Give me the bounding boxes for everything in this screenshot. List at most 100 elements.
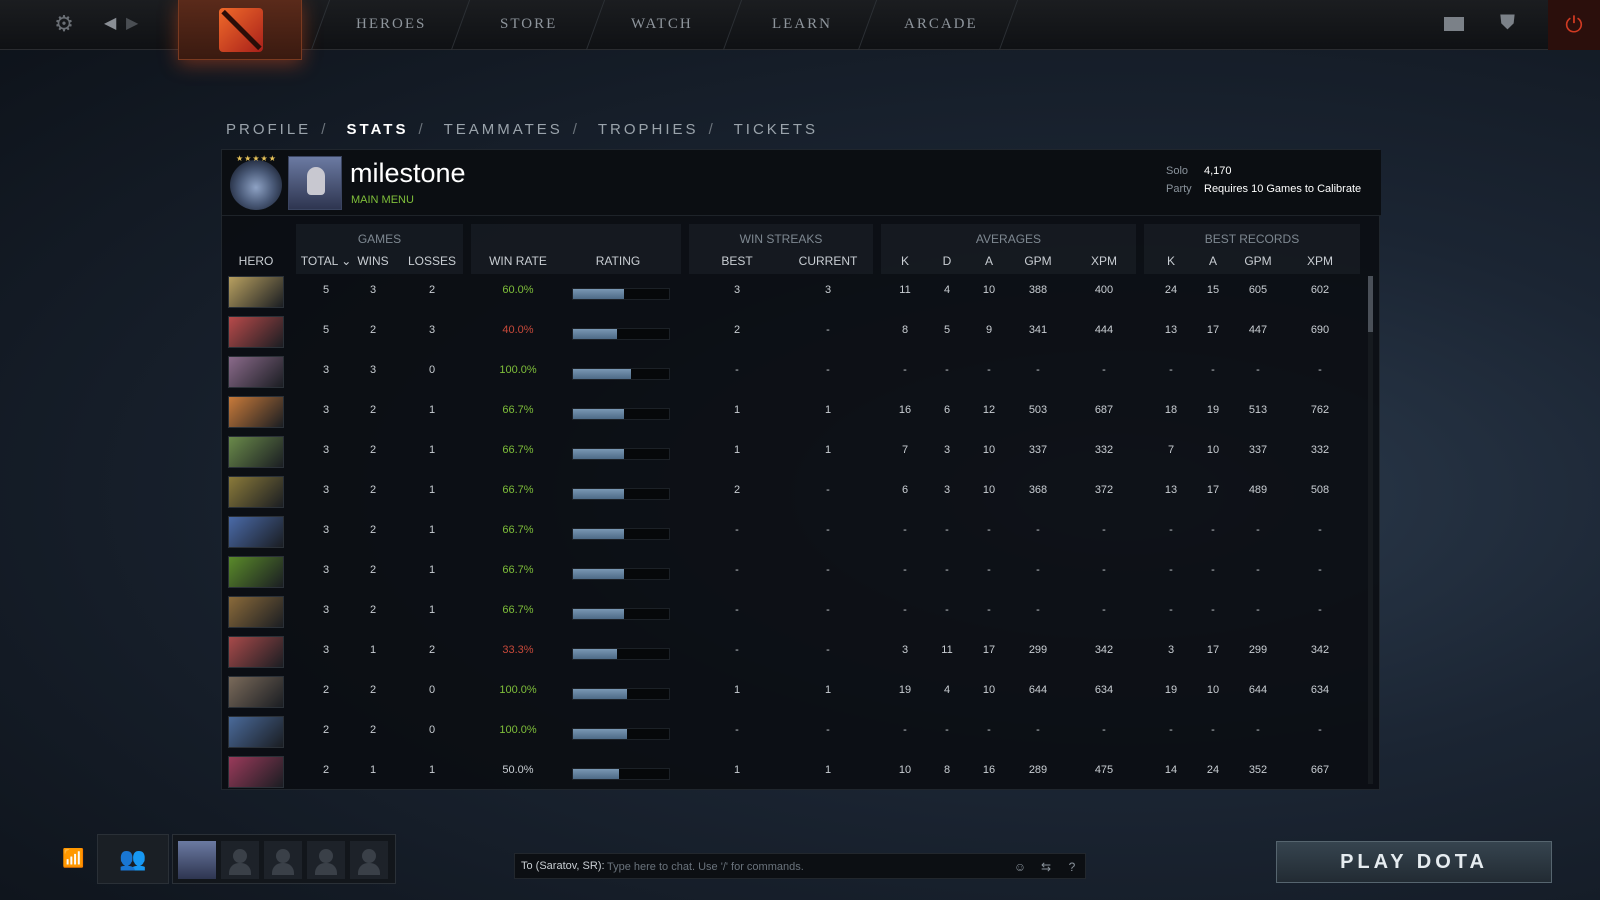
hero-portrait-icon[interactable] — [228, 676, 284, 708]
nav-learn[interactable]: LEARN — [772, 16, 832, 33]
column-header-best-gpm[interactable]: GPM — [1238, 254, 1278, 268]
averages-group-title: AVERAGES — [975, 232, 1042, 246]
back-arrow-icon[interactable]: ◀ — [104, 13, 116, 33]
party-slot-self[interactable] — [178, 841, 216, 879]
column-header-assists[interactable]: A — [976, 254, 1002, 268]
column-header-total[interactable]: TOTAL ⌄ — [298, 254, 354, 268]
hero-portrait-icon[interactable] — [228, 636, 284, 668]
cell-ba: 10 — [1206, 444, 1220, 456]
party-button[interactable]: 👥 — [97, 834, 169, 884]
table-row[interactable]: 3 2 1 66.7% - - - - - - - - - - - — [222, 552, 1362, 592]
emoticon-icon[interactable]: ☺ — [1011, 858, 1029, 876]
cell-a: - — [987, 364, 991, 376]
column-header-current-streak[interactable]: CURRENT — [788, 254, 868, 268]
party-slot-empty[interactable] — [350, 841, 388, 879]
column-header-best-xpm[interactable]: XPM — [1300, 254, 1340, 268]
cell-gpm: - — [1036, 364, 1040, 376]
column-header-deaths[interactable]: D — [934, 254, 960, 268]
table-row[interactable]: 3 2 1 66.7% 2 - 6 3 10 368 372 13 17 489 508 — [222, 472, 1362, 512]
cell-gpm: 503 — [1028, 404, 1048, 416]
table-row[interactable]: 2 2 0 100.0% - - - - - - - - - - - — [222, 712, 1362, 752]
tab-teammates[interactable]: TEAMMATES — [444, 121, 563, 138]
chat-channel-switch-icon[interactable]: ⇆ — [1037, 858, 1055, 876]
table-row[interactable]: 5 2 3 40.0% 2 - 8 5 9 341 444 13 17 447 690 — [222, 312, 1362, 352]
nav-heroes[interactable]: HEROES — [356, 16, 426, 33]
column-header-rating[interactable]: RATING — [578, 254, 658, 268]
column-header-wins[interactable]: WINS — [352, 254, 394, 268]
cell-a: 17 — [982, 644, 996, 656]
cell-ba: 24 — [1206, 764, 1220, 776]
cell-gpm: - — [1036, 724, 1040, 736]
chat-input[interactable] — [607, 858, 1007, 876]
shield-icon[interactable]: ⛊ — [1500, 12, 1515, 35]
cell-xpm: 332 — [1094, 444, 1114, 456]
cell-d: - — [945, 604, 949, 616]
settings-gear-icon[interactable]: ⚙ — [52, 12, 76, 36]
player-subtitle[interactable]: MAIN MENU — [351, 194, 414, 206]
table-row[interactable]: 3 2 1 66.7% 1 1 7 3 10 337 332 7 10 337 332 — [222, 432, 1362, 472]
empty-user-icon — [276, 849, 290, 863]
column-header-best-streak[interactable]: BEST — [712, 254, 762, 268]
hero-portrait-icon[interactable] — [228, 476, 284, 508]
network-status-icon[interactable]: 📶 — [62, 848, 84, 869]
table-row[interactable]: 3 1 2 33.3% - - 3 11 17 299 342 3 17 299 342 — [222, 632, 1362, 672]
table-row[interactable]: 5 3 2 60.0% 3 3 11 4 10 388 400 24 15 605 602 — [222, 272, 1362, 312]
table-row[interactable]: 3 2 1 66.7% - - - - - - - - - - - — [222, 512, 1362, 552]
column-header-kills[interactable]: K — [892, 254, 918, 268]
party-slot-empty[interactable] — [221, 841, 259, 879]
dota-logo-button[interactable] — [178, 0, 302, 60]
hero-portrait-icon[interactable] — [228, 436, 284, 468]
column-header-best-assists[interactable]: A — [1200, 254, 1226, 268]
chat-channel-label[interactable]: To (Saratov, SR): — [521, 860, 605, 872]
party-slot-empty[interactable] — [264, 841, 302, 879]
rank-medal-icon — [230, 160, 282, 210]
scrollbar-thumb[interactable] — [1368, 276, 1373, 332]
hero-portrait-icon[interactable] — [228, 316, 284, 348]
cell-total: 5 — [322, 324, 330, 336]
nav-store[interactable]: STORE — [500, 16, 557, 33]
rating-bar — [572, 328, 670, 340]
hero-portrait-icon[interactable] — [228, 716, 284, 748]
hero-portrait-icon[interactable] — [228, 396, 284, 428]
rating-bar — [572, 768, 670, 780]
cell-bk: 7 — [1167, 444, 1175, 456]
cell-gpm: - — [1036, 524, 1040, 536]
nav-arcade[interactable]: ARCADE — [904, 16, 978, 33]
table-row[interactable]: 3 2 1 66.7% 1 1 16 6 12 503 687 18 19 513 762 — [222, 392, 1362, 432]
column-header-hero[interactable]: HERO — [226, 254, 286, 268]
avatar[interactable] — [288, 156, 342, 210]
cell-best: 1 — [733, 404, 741, 416]
tab-profile[interactable]: PROFILE — [226, 121, 311, 138]
party-slot-empty[interactable] — [307, 841, 345, 879]
table-row[interactable]: 3 3 0 100.0% - - - - - - - - - - - — [222, 352, 1362, 392]
hero-portrait-icon[interactable] — [228, 556, 284, 588]
hero-portrait-icon[interactable] — [228, 356, 284, 388]
tab-trophies[interactable]: TROPHIES — [598, 121, 699, 138]
table-row[interactable]: 2 2 0 100.0% 1 1 19 4 10 644 634 19 10 644 634 — [222, 672, 1362, 712]
scrollbar-track[interactable] — [1368, 276, 1373, 784]
column-header-best-kills[interactable]: K — [1158, 254, 1184, 268]
hero-portrait-icon[interactable] — [228, 516, 284, 548]
chat-help-button[interactable]: ? — [1063, 858, 1081, 876]
hero-portrait-icon[interactable] — [228, 756, 284, 788]
column-header-losses[interactable]: LOSSES — [404, 254, 460, 268]
tab-stats[interactable]: STATS — [347, 121, 409, 138]
column-header-xpm[interactable]: XPM — [1084, 254, 1124, 268]
best-records-group-title: BEST RECORDS — [1204, 232, 1300, 246]
column-header-gpm[interactable]: GPM — [1018, 254, 1058, 268]
rating-bar-fill — [573, 609, 624, 619]
cell-k: 3 — [901, 644, 909, 656]
table-row[interactable]: 3 2 1 66.7% - - - - - - - - - - - — [222, 592, 1362, 632]
play-dota-button[interactable]: PLAY DOTA — [1276, 841, 1552, 883]
nav-watch[interactable]: WATCH — [631, 16, 693, 33]
cell-total: 5 — [322, 284, 330, 296]
mail-icon[interactable] — [1444, 17, 1464, 31]
cell-a: 10 — [982, 684, 996, 696]
power-icon[interactable]: ⏻ — [1548, 0, 1600, 50]
hero-portrait-icon[interactable] — [228, 596, 284, 628]
hero-portrait-icon[interactable] — [228, 276, 284, 308]
tab-tickets[interactable]: TICKETS — [734, 121, 818, 138]
column-header-win-rate[interactable]: WIN RATE — [478, 254, 558, 268]
table-row[interactable]: 2 1 1 50.0% 1 1 10 8 16 289 475 14 24 352 667 — [222, 752, 1362, 792]
forward-arrow-icon[interactable]: ▶ — [126, 13, 138, 33]
